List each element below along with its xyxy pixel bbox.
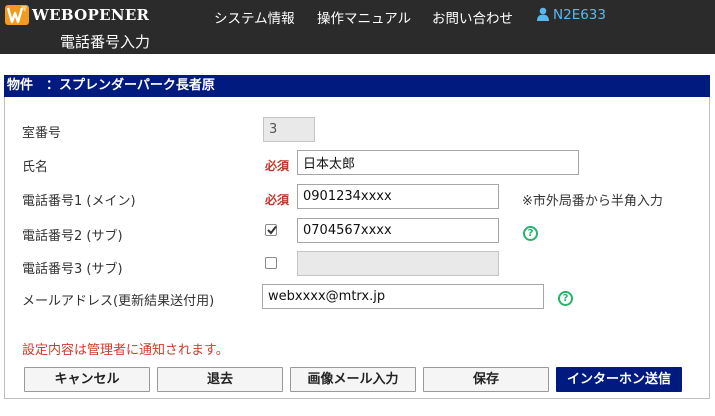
user-icon [537,7,549,21]
top-bar: WEBOPENER システム情報 操作マニュアル お問い合わせ N2E633 電… [0,0,715,54]
phone2-help-icon[interactable]: ? [523,226,538,241]
email-help-icon[interactable]: ? [558,291,573,306]
name-required-badge: 必須 [265,159,290,173]
nav-system-info[interactable]: システム情報 [214,7,295,27]
cancel-button[interactable]: キャンセル [24,367,150,392]
phone1-field[interactable] [297,184,499,209]
save-button[interactable]: 保存 [423,367,549,392]
webopener-logo-icon[interactable] [5,3,31,27]
phone2-field[interactable] [297,218,499,243]
brand-name: WEBOPENER [32,6,150,24]
name-label: 氏名 [22,160,49,175]
email-label: メールアドレス(更新結果送付用) [22,294,215,309]
phone3-checkbox[interactable] [265,257,277,269]
phone1-label: 電話番号1 (メイン) [22,194,136,209]
admin-notice: 設定内容は管理者に通知されます。 [22,343,229,358]
phone3-field [297,251,499,276]
nav-manual[interactable]: 操作マニュアル [317,7,411,27]
room-field [263,117,315,142]
phone2-checkbox[interactable] [265,224,277,236]
page-title: 電話番号入力 [60,33,151,51]
image-mail-button[interactable]: 画像メール入力 [290,367,416,392]
user-id: N2E633 [553,7,606,23]
checkmark-icon [267,225,277,235]
nav-contact[interactable]: お問い合わせ [432,7,513,27]
name-field[interactable] [297,150,579,175]
phone3-label: 電話番号3 (サブ) [22,262,123,277]
move-out-button[interactable]: 退去 [157,367,283,392]
phone2-label: 電話番号2 (サブ) [22,229,123,244]
intercom-send-button[interactable]: インターホン送信 [556,367,682,392]
property-panel: 物件 ：スプレンダーパーク長者原 室番号 氏名 必須 電話番号1 (メイン) 必… [4,75,710,399]
email-field[interactable] [262,284,544,309]
phone1-hint: ※市外局番から半角入力 [522,194,663,209]
room-label: 室番号 [22,126,62,141]
property-title: 物件 ：スプレンダーパーク長者原 [4,75,710,97]
user-menu[interactable]: N2E633 [537,7,606,23]
phone1-required-badge: 必須 [265,193,290,207]
